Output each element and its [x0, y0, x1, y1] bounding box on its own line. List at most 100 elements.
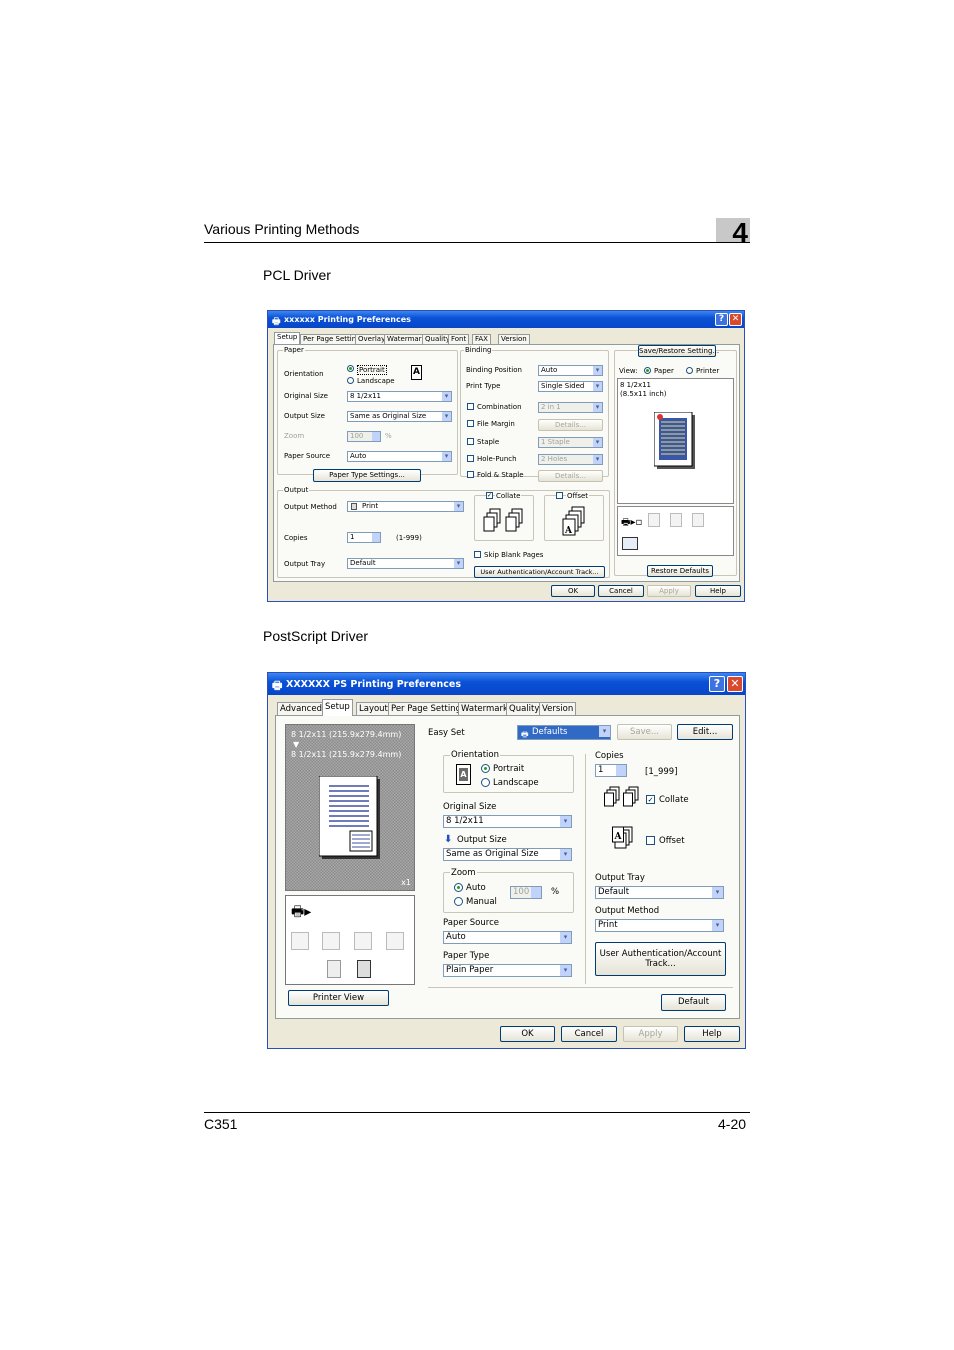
user-auth-button[interactable]: User Authentication/Account Track...	[474, 566, 605, 578]
orientation-label: Orientation	[284, 370, 324, 378]
output-tray-select[interactable]: Default	[595, 886, 724, 899]
default-button[interactable]: Default	[661, 994, 726, 1011]
output-method-select[interactable]: Print	[595, 919, 724, 932]
combination-checkbox[interactable]	[467, 403, 474, 410]
copies-spinner[interactable]: 1	[347, 532, 381, 543]
zoom-auto-radio[interactable]	[454, 883, 463, 892]
offset-label: Offset	[566, 492, 590, 500]
help-title-button[interactable]: ?	[709, 676, 725, 692]
help-button[interactable]: Help	[684, 1026, 740, 1042]
paper-type-label: Paper Type	[443, 951, 490, 961]
staple-select[interactable]: 1 Staple	[538, 437, 603, 448]
copies-spinner[interactable]: 1	[595, 764, 627, 777]
apply-button[interactable]: Apply	[647, 585, 691, 597]
landscape-radio[interactable]	[481, 778, 490, 787]
help-title-button[interactable]: ?	[715, 313, 728, 326]
hole-punch-select[interactable]: 2 Holes	[538, 454, 603, 465]
offset-checkbox[interactable]	[646, 836, 655, 845]
user-auth-button[interactable]: User Authentication/Account Track...	[595, 942, 726, 976]
collate-checkbox[interactable]: ✓	[646, 795, 655, 804]
title-bar: 🖶 xxxxxx Printing Preferences ? ✕	[268, 311, 744, 328]
tab-watermark[interactable]: Watermark	[458, 702, 511, 716]
output-tray-select[interactable]: Default	[347, 558, 464, 569]
cancel-button[interactable]: Cancel	[598, 585, 644, 597]
copies-label: Copies	[284, 534, 308, 542]
print-icon	[351, 503, 357, 510]
finisher-option-icon-3	[354, 932, 372, 950]
tab-font[interactable]: Font	[448, 334, 470, 344]
paper-source-select[interactable]: Auto	[443, 931, 572, 944]
dialog-title: xxxxxx Printing Preferences	[284, 315, 411, 324]
preview-count: x1	[401, 878, 411, 887]
original-size-select[interactable]: 8 1/2x11	[347, 391, 452, 402]
page-preview: 8 1/2x11 (215.9x279.4mm) ▼ 8 1/2x11 (215…	[285, 724, 415, 891]
combination-select[interactable]: 2 in 1	[538, 402, 603, 413]
fold-staple-checkbox[interactable]	[467, 471, 474, 478]
zoom-unit: %	[385, 432, 392, 440]
output-size-select[interactable]: Same as Original Size	[347, 411, 452, 422]
ok-button[interactable]: OK	[551, 585, 595, 597]
tab-advanced[interactable]: Advanced	[277, 702, 325, 716]
zoom-label: Zoom	[284, 432, 305, 440]
portrait-radio[interactable]	[347, 365, 354, 372]
svg-text:A: A	[564, 526, 573, 536]
tab-layout[interactable]: Layout	[356, 702, 391, 716]
view-printer-radio[interactable]	[686, 367, 693, 374]
zoom-spinner[interactable]: 100	[347, 431, 381, 442]
tab-fax[interactable]: FAX	[472, 334, 491, 344]
ps-printing-preferences-dialog: 🖶 XXXXXX PS Printing Preferences ? ✕ Adv…	[267, 672, 746, 1049]
apply-button[interactable]: Apply	[623, 1026, 678, 1042]
skip-blank-checkbox[interactable]	[474, 551, 481, 558]
portrait-radio[interactable]	[481, 764, 490, 773]
landscape-label: Landscape	[357, 377, 395, 385]
easy-set-select[interactable]: 🖶 Defaults	[517, 725, 611, 740]
output-method-value: Print	[362, 502, 379, 510]
file-margin-checkbox[interactable]	[467, 420, 474, 427]
output-method-select[interactable]: Print	[347, 501, 464, 512]
running-header-title: Various Printing Methods	[204, 221, 360, 237]
restore-defaults-button[interactable]: Restore Defaults	[647, 565, 713, 577]
paper-preview-pane: 8 1/2x11 (8.5x11 inch)	[617, 378, 734, 504]
view-label: View:	[619, 367, 638, 375]
hole-punch-checkbox[interactable]	[467, 455, 474, 462]
printer-preview: 🖶▸	[285, 895, 415, 985]
cancel-button[interactable]: Cancel	[561, 1026, 617, 1042]
tab-setup[interactable]: Setup	[274, 332, 301, 344]
close-button[interactable]: ✕	[729, 313, 742, 326]
save-button[interactable]: Save...	[617, 724, 672, 740]
zoom-spinner[interactable]: 100	[510, 886, 542, 899]
tab-version[interactable]: Version	[498, 334, 530, 344]
file-margin-details-button[interactable]: Details...	[538, 419, 603, 431]
print-type-select[interactable]: Single Sided	[538, 381, 603, 392]
zoom-label: Zoom	[450, 868, 477, 878]
landscape-radio[interactable]	[347, 377, 354, 384]
fold-staple-details-button[interactable]: Details...	[538, 470, 603, 482]
tab-per-page-setting[interactable]: Per Page Setting	[388, 702, 464, 716]
tab-setup[interactable]: Setup	[322, 699, 353, 716]
collate-checkbox[interactable]: ✓	[486, 492, 493, 499]
paper-type-settings-button[interactable]: Paper Type Settings...	[313, 469, 421, 482]
save-restore-button[interactable]: Save/Restore Setting...	[638, 345, 719, 357]
preview-arrow: ▼	[293, 740, 300, 749]
close-button[interactable]: ✕	[727, 676, 743, 692]
edit-button[interactable]: Edit...	[677, 724, 733, 740]
view-paper-radio[interactable]	[644, 367, 651, 374]
paper-type-select[interactable]: Plain Paper	[443, 964, 572, 977]
printer-icon-large: 🖶▸	[291, 904, 312, 920]
ok-button[interactable]: OK	[500, 1026, 555, 1042]
original-size-select[interactable]: 8 1/2x11	[443, 815, 572, 828]
tab-version[interactable]: Version	[539, 702, 577, 716]
paper-source-select[interactable]: Auto	[347, 451, 452, 462]
help-button[interactable]: Help	[695, 585, 741, 597]
view-printer-label: Printer	[696, 367, 720, 375]
defaults-icon: 🖶	[521, 730, 529, 739]
output-size-select[interactable]: Same as Original Size	[443, 848, 572, 861]
offset-checkbox[interactable]	[556, 492, 563, 499]
zoom-manual-radio[interactable]	[454, 897, 463, 906]
binding-position-select[interactable]: Auto	[538, 365, 603, 376]
column-divider	[585, 754, 586, 984]
dialog-title: XXXXXX PS Printing Preferences	[286, 679, 461, 690]
tab-quality[interactable]: Quality	[506, 702, 543, 716]
printer-view-button[interactable]: Printer View	[288, 990, 389, 1006]
staple-checkbox[interactable]	[467, 438, 474, 445]
